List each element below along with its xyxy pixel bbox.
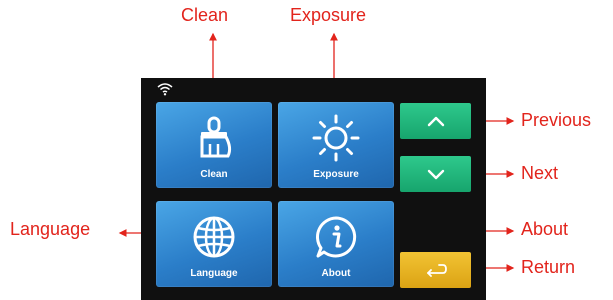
sun-icon [278, 114, 394, 162]
label-clean: Clean [181, 5, 229, 25]
language-button[interactable]: Language [156, 201, 272, 287]
exposure-button[interactable]: Exposure [278, 102, 394, 188]
label-previous: Previous [521, 110, 592, 130]
label-next: Next [521, 163, 559, 183]
label-language: Language [10, 219, 91, 239]
chevron-down-icon [427, 169, 444, 180]
brush-icon [156, 114, 272, 162]
wifi-icon [157, 83, 173, 96]
exposure-label: Exposure [313, 169, 359, 180]
next-button[interactable] [400, 156, 471, 192]
label-about: About [521, 219, 569, 239]
info-icon [278, 213, 394, 261]
return-arrow-icon [426, 264, 447, 277]
clean-label: Clean [200, 169, 228, 180]
return-button[interactable] [400, 252, 471, 288]
about-label: About [321, 268, 351, 279]
about-button[interactable]: About [278, 201, 394, 287]
language-label: Language [190, 268, 238, 279]
device-screen: Clean Exposure Language About [141, 78, 486, 300]
globe-icon [156, 213, 272, 261]
label-return: Return [521, 257, 576, 277]
clean-button[interactable]: Clean [156, 102, 272, 188]
previous-button[interactable] [400, 103, 471, 139]
chevron-up-icon [427, 116, 444, 127]
label-exposure: Exposure [290, 5, 367, 25]
